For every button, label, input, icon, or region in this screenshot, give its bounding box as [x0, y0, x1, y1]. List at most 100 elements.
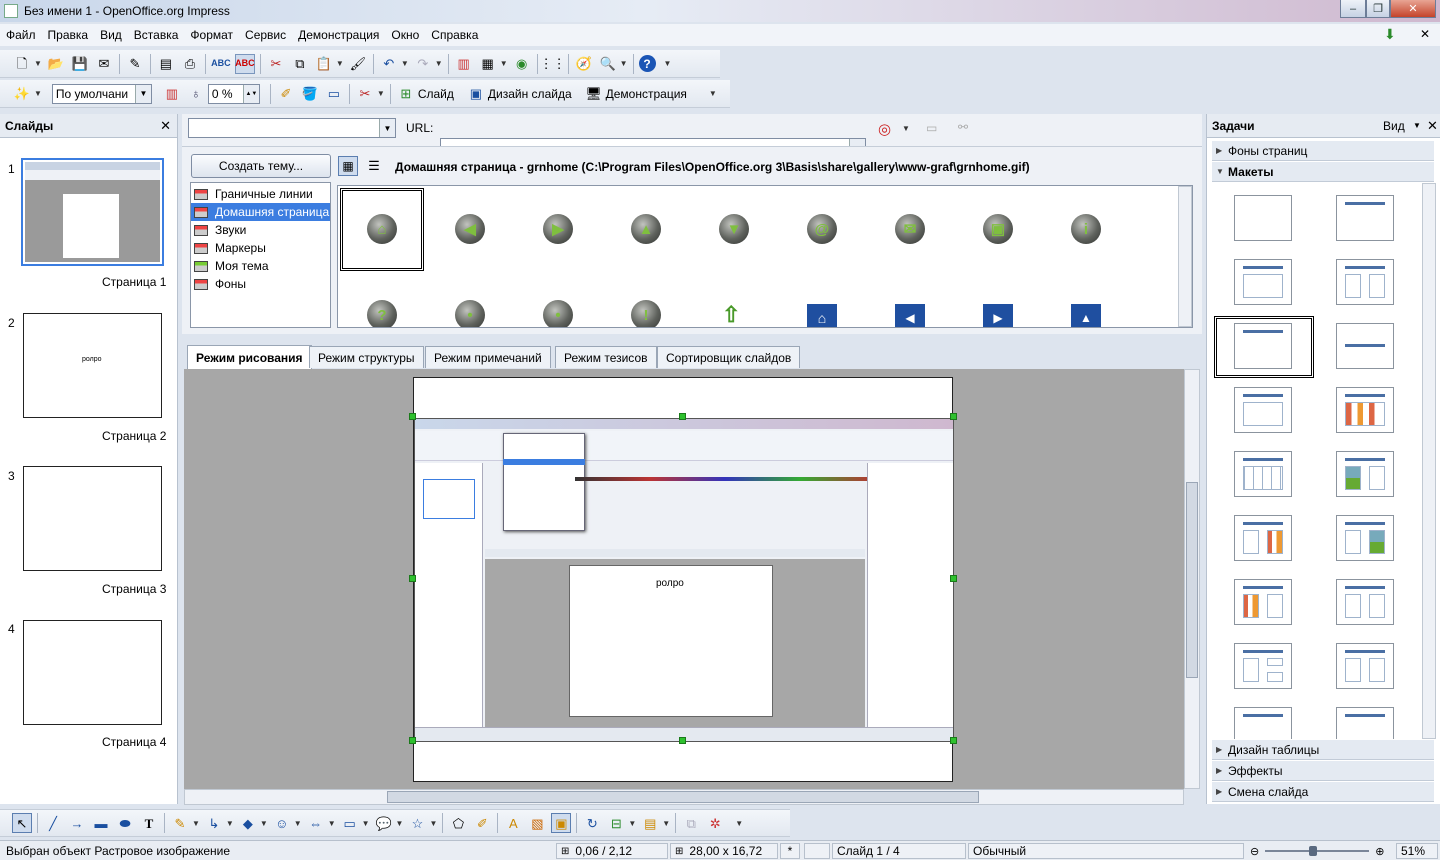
gallery-combo[interactable]: ▼ [188, 118, 396, 138]
slideshow-button[interactable]: Демонстрация [606, 87, 687, 101]
zoom-slider[interactable]: ⊖ ⊕ [1246, 843, 1394, 859]
selection-handle[interactable] [950, 413, 957, 420]
tab-slide-sorter[interactable]: Сортировщик слайдов [657, 346, 801, 368]
connector-icon[interactable]: ↳ [204, 813, 224, 833]
minimize-button[interactable]: – [1340, 0, 1366, 18]
open-icon[interactable]: 📂 [46, 54, 66, 74]
navigator-icon[interactable]: 🧭 [574, 54, 594, 74]
slide-thumb-4[interactable] [23, 620, 162, 725]
selection-handle[interactable] [679, 413, 686, 420]
arrow-line-icon[interactable]: → [67, 813, 87, 833]
theme-item[interactable]: Звуки [191, 221, 330, 239]
menu-tools[interactable]: Сервис [239, 28, 292, 42]
new-doc-icon[interactable]: 🗋 [12, 54, 32, 74]
info-icon[interactable]: i [1071, 214, 1101, 244]
fontwork-icon[interactable]: A [503, 813, 523, 833]
callouts-icon[interactable]: 💬 [374, 813, 394, 833]
arrange-icon[interactable]: ▤ [640, 813, 660, 833]
view-menu-button[interactable]: Вид [1383, 119, 1405, 133]
maximize-button[interactable]: ❐ [1366, 0, 1390, 18]
layout-title-content[interactable] [1234, 259, 1292, 305]
layout-chart[interactable] [1336, 387, 1394, 433]
crop-icon[interactable]: ✂ [355, 84, 375, 104]
binoculars-icon[interactable]: ⚯ [958, 120, 968, 134]
text-icon[interactable]: T [139, 813, 159, 833]
exclamation-icon[interactable]: ! [631, 300, 661, 327]
magic-wand-icon[interactable]: ✨ [12, 84, 32, 104]
layout-more[interactable] [1336, 707, 1394, 739]
line-icon[interactable]: ╱ [43, 813, 63, 833]
paste-icon[interactable]: 📋 [314, 54, 334, 74]
layout-text-image[interactable] [1336, 515, 1394, 561]
stars-icon[interactable]: ☆ [407, 813, 427, 833]
home-icon[interactable]: ⌂ [367, 214, 397, 244]
mail-icon[interactable]: ✉ [895, 214, 925, 244]
zoom-thumb[interactable] [1309, 846, 1318, 856]
slide-design-icon[interactable]: ▣ [466, 84, 486, 104]
menu-insert[interactable]: Вставка [128, 28, 185, 42]
layout-two-content[interactable] [1336, 259, 1394, 305]
glue-points-icon[interactable]: ✐ [472, 813, 492, 833]
selection-handle[interactable] [409, 575, 416, 582]
undo-icon[interactable]: ↶ [379, 54, 399, 74]
right-arrow-icon[interactable]: ▶ [543, 214, 573, 244]
blue-left-icon[interactable]: ◀ [895, 304, 925, 327]
layout-text-object[interactable] [1336, 579, 1394, 625]
theme-item[interactable]: Фоны [191, 275, 330, 293]
export-pdf-icon[interactable]: ▤ [156, 54, 176, 74]
target-icon[interactable]: ◎ [878, 120, 891, 138]
email-icon[interactable]: ✉ [94, 54, 114, 74]
symbol-shapes-icon[interactable]: ☺ [272, 813, 292, 833]
points-icon[interactable]: ⬠ [448, 813, 468, 833]
rotate-icon[interactable]: ↻ [582, 813, 602, 833]
gallery-scrollbar[interactable] [1178, 186, 1192, 327]
down-arrow-icon[interactable]: ▼ [719, 214, 749, 244]
rectangle-icon[interactable]: ▬ [91, 813, 111, 833]
fill-icon[interactable]: 🪣 [300, 84, 320, 104]
selection-handle[interactable] [950, 737, 957, 744]
close-button[interactable]: ✕ [1390, 0, 1436, 18]
display-view-icon[interactable]: ◉ [512, 54, 532, 74]
section-table-design[interactable]: ▶ Дизайн таблицы [1212, 740, 1434, 760]
redo-icon[interactable]: ↷ [413, 54, 433, 74]
new-slide-icon[interactable]: ⊞ [396, 84, 416, 104]
tab-drawing[interactable]: Режим рисования [187, 345, 312, 369]
zoom-icon[interactable]: 🔍 [598, 54, 618, 74]
zoom-value[interactable]: 51% [1396, 843, 1438, 859]
menu-edit[interactable]: Правка [42, 28, 95, 42]
close-doc-icon[interactable]: ✕ [1420, 27, 1430, 41]
menu-file[interactable]: Файл [0, 28, 42, 42]
spellcheck-icon[interactable]: ABC [211, 54, 231, 74]
green-up-arrow-icon[interactable]: ⇧ [722, 302, 740, 327]
layouts-scrollbar[interactable] [1422, 183, 1436, 739]
tab-notes[interactable]: Режим примечаний [425, 346, 551, 368]
blue-right-icon[interactable]: ▶ [983, 304, 1013, 327]
flowchart-icon[interactable]: ▭ [340, 813, 360, 833]
layout-table[interactable] [1234, 451, 1292, 497]
at-icon[interactable]: @ [807, 214, 837, 244]
create-theme-button[interactable]: Создать тему... [191, 154, 331, 178]
color-icon[interactable]: ▥ [162, 84, 182, 104]
blue-up-icon[interactable]: ▲ [1071, 304, 1101, 327]
layout-blank[interactable] [1234, 195, 1292, 241]
style-select[interactable]: По умолчани ▼ [51, 83, 152, 104]
close-taskpane-icon[interactable]: ✕ [1427, 118, 1438, 134]
shadow-icon[interactable]: ▭ [324, 84, 344, 104]
menu-slideshow[interactable]: Демонстрация [292, 28, 385, 42]
save-icon[interactable]: 💾 [70, 54, 90, 74]
basic-shapes-icon[interactable]: ◆ [238, 813, 258, 833]
select-icon[interactable]: ↖ [12, 813, 32, 833]
menu-window[interactable]: Окно [385, 28, 425, 42]
copy-icon[interactable]: ⧉ [290, 54, 310, 74]
slide-thumb-2[interactable]: ролро [23, 313, 162, 418]
layout-text-chart[interactable] [1234, 515, 1292, 561]
slide-page[interactable]: ролро [413, 377, 954, 782]
cut-icon[interactable]: ✂ [266, 54, 286, 74]
extrusion-icon[interactable]: ⧉ [681, 813, 701, 833]
zoom-out-icon[interactable]: ⊖ [1250, 845, 1259, 858]
slide-button[interactable]: Слайд [418, 87, 454, 101]
layout-title-only[interactable] [1234, 323, 1292, 369]
block-arrows-icon[interactable]: ⇔ [306, 813, 326, 833]
icon-view-icon[interactable]: ▦ [338, 156, 358, 176]
vertical-scrollbar[interactable] [1184, 369, 1200, 789]
